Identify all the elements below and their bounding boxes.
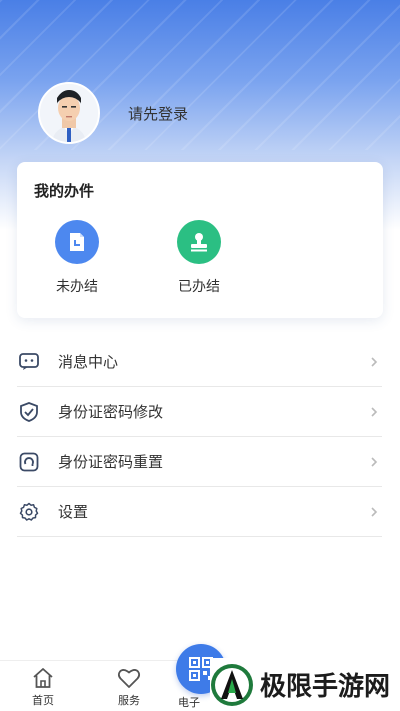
clock-document-icon — [55, 220, 99, 264]
shield-check-icon — [18, 401, 40, 423]
my-tasks-card: 我的办件 未办结 已办结 — [17, 162, 383, 318]
menu-item-settings[interactable]: 设置 — [17, 487, 382, 537]
stamp-icon — [177, 220, 221, 264]
settings-menu: 消息中心 身份证密码修改 身份证密码重置 设置 — [17, 337, 382, 537]
menu-label-id-password-reset: 身份证密码重置 — [58, 453, 164, 471]
avatar[interactable] — [38, 82, 100, 144]
task-unfinished[interactable]: 未办结 — [37, 220, 117, 296]
tab-home-label: 首页 — [32, 694, 54, 707]
my-tasks-title: 我的办件 — [34, 182, 95, 200]
menu-item-id-password-change[interactable]: 身份证密码修改 — [17, 387, 382, 437]
menu-label-messages: 消息中心 — [58, 353, 119, 371]
task-unfinished-label: 未办结 — [56, 279, 98, 295]
profile-section[interactable]: 请先登录 — [38, 82, 188, 144]
heart-icon — [117, 669, 141, 688]
login-prompt[interactable]: 请先登录 — [128, 103, 188, 124]
menu-label-settings: 设置 — [58, 503, 89, 521]
reset-icon — [18, 451, 40, 473]
watermark: 极限手游网 — [210, 658, 400, 711]
watermark-logo-icon — [211, 663, 253, 706]
home-icon — [33, 668, 53, 688]
task-finished[interactable]: 已办结 — [159, 220, 239, 296]
menu-item-id-password-reset[interactable]: 身份证密码重置 — [17, 437, 382, 487]
task-finished-label: 已办结 — [178, 279, 220, 295]
menu-item-messages[interactable]: 消息中心 — [17, 337, 382, 387]
chevron-right-icon — [371, 407, 378, 417]
tab-service-label: 服务 — [118, 694, 140, 707]
tab-home[interactable]: 首页 — [13, 667, 73, 708]
message-icon — [18, 351, 40, 373]
tab-service[interactable]: 服务 — [99, 667, 159, 708]
menu-label-id-password-change: 身份证密码修改 — [58, 403, 164, 421]
tab-electronic-label: 电子 — [178, 696, 200, 709]
watermark-text: 极限手游网 — [260, 672, 391, 702]
chevron-right-icon — [371, 357, 378, 367]
chevron-right-icon — [371, 507, 378, 517]
gear-icon — [18, 501, 40, 523]
chevron-right-icon — [371, 457, 378, 467]
